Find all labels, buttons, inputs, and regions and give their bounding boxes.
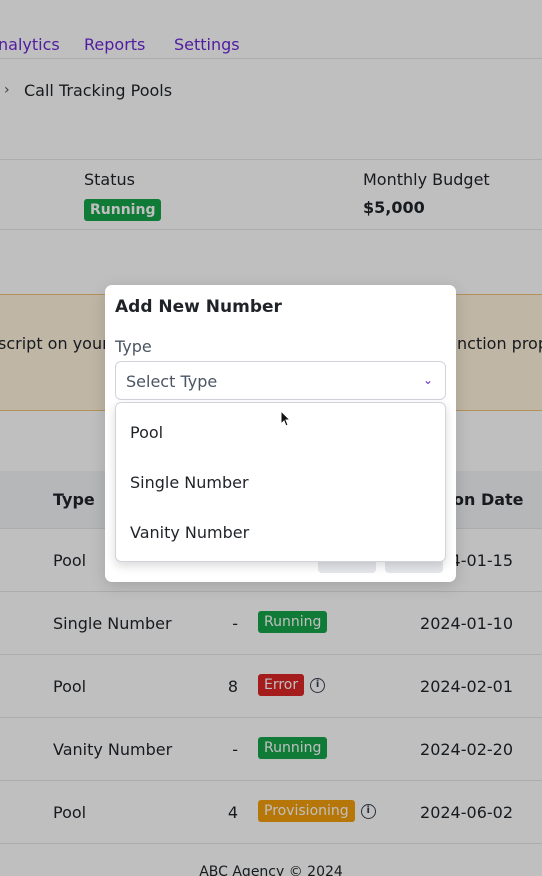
type-field-label: Type <box>115 337 152 356</box>
type-select[interactable]: Select Type ⌄ <box>115 361 446 400</box>
chevron-down-icon: ⌄ <box>422 373 433 387</box>
dropdown-option-single-number[interactable]: Single Number <box>130 473 249 492</box>
dropdown-option-pool[interactable]: Pool <box>130 423 163 442</box>
dropdown-option-vanity-number[interactable]: Vanity Number <box>130 523 249 542</box>
modal-title: Add New Number <box>115 297 282 317</box>
mouse-cursor-icon <box>280 410 292 427</box>
type-select-placeholder: Select Type <box>126 372 218 391</box>
